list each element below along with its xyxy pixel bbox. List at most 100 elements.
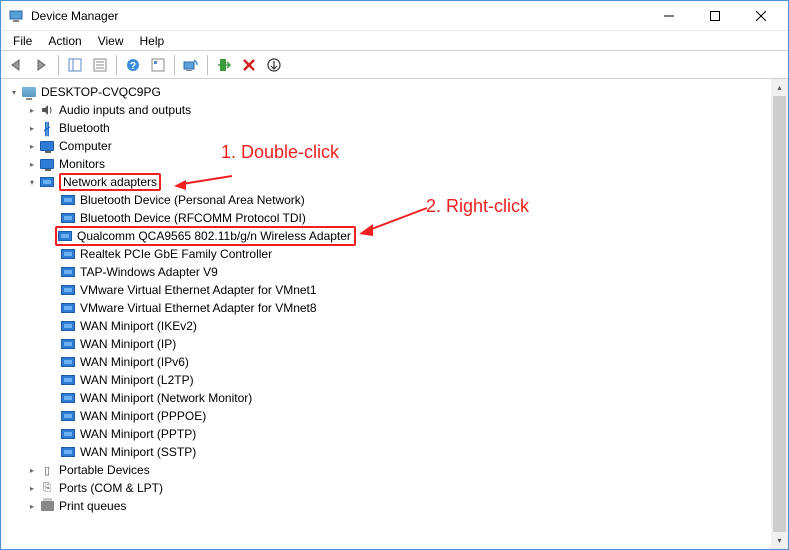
network-adapter-icon bbox=[60, 300, 76, 316]
expand-icon[interactable]: ▸ bbox=[25, 481, 39, 495]
computer-icon bbox=[21, 84, 37, 100]
menu-action[interactable]: Action bbox=[40, 32, 89, 50]
node-label: Monitors bbox=[59, 157, 105, 171]
collapse-icon[interactable]: ▾ bbox=[7, 85, 21, 99]
toolbar-separator bbox=[174, 55, 175, 75]
expand-icon[interactable]: ▸ bbox=[25, 499, 39, 513]
uninstall-device-button[interactable] bbox=[237, 53, 261, 77]
help-button[interactable]: ? bbox=[121, 53, 145, 77]
network-adapter-icon bbox=[60, 318, 76, 334]
node-label: WAN Miniport (IKEv2) bbox=[80, 319, 197, 333]
toolbar: ? bbox=[1, 51, 788, 79]
toolbar-separator bbox=[207, 55, 208, 75]
network-adapter-icon bbox=[60, 408, 76, 424]
print-queues-icon bbox=[39, 498, 55, 514]
node-label: Bluetooth Device (RFCOMM Protocol TDI) bbox=[80, 211, 306, 225]
node-label: Print queues bbox=[59, 499, 126, 513]
node-label: WAN Miniport (IP) bbox=[80, 337, 176, 351]
tree-item-net-device[interactable]: VMware Virtual Ethernet Adapter for VMne… bbox=[5, 299, 771, 317]
node-label: WAN Miniport (PPPOE) bbox=[80, 409, 206, 423]
tree-item-net-device[interactable]: Bluetooth Device (RFCOMM Protocol TDI) bbox=[5, 209, 771, 227]
menu-help[interactable]: Help bbox=[132, 32, 173, 50]
expand-icon[interactable]: ▸ bbox=[25, 463, 39, 477]
node-label: Realtek PCIe GbE Family Controller bbox=[80, 247, 272, 261]
back-button[interactable] bbox=[5, 53, 29, 77]
portable-devices-icon: ▯ bbox=[39, 462, 55, 478]
tree-item-net-device[interactable]: Realtek PCIe GbE Family Controller bbox=[5, 245, 771, 263]
network-adapter-icon bbox=[60, 372, 76, 388]
node-label: Ports (COM & LPT) bbox=[59, 481, 163, 495]
show-hide-console-tree-button[interactable] bbox=[63, 53, 87, 77]
tree-item-portable-devices[interactable]: ▸ ▯ Portable Devices bbox=[5, 461, 771, 479]
maximize-button[interactable] bbox=[692, 1, 738, 31]
node-label: DESKTOP-CVQC9PG bbox=[41, 85, 161, 99]
close-button[interactable] bbox=[738, 1, 784, 31]
tree-item-net-device-selected[interactable]: Qualcomm QCA9565 802.11b/g/n Wireless Ad… bbox=[5, 227, 771, 245]
computer-icon bbox=[39, 138, 55, 154]
network-adapter-icon bbox=[39, 174, 55, 190]
node-label: WAN Miniport (IPv6) bbox=[80, 355, 189, 369]
node-label: WAN Miniport (SSTP) bbox=[80, 445, 196, 459]
tree-root[interactable]: ▾ DESKTOP-CVQC9PG bbox=[5, 83, 771, 101]
network-adapter-icon bbox=[60, 210, 76, 226]
tree-item-bluetooth[interactable]: ▸ ∦ Bluetooth bbox=[5, 119, 771, 137]
node-label: Bluetooth bbox=[59, 121, 110, 135]
node-label: WAN Miniport (L2TP) bbox=[80, 373, 194, 387]
network-adapter-icon bbox=[57, 228, 73, 244]
network-adapter-icon bbox=[60, 426, 76, 442]
tree-item-network-adapters[interactable]: ▾ Network adapters bbox=[5, 173, 771, 191]
audio-icon bbox=[39, 102, 55, 118]
network-adapter-icon bbox=[60, 336, 76, 352]
expand-icon[interactable]: ▸ bbox=[25, 157, 39, 171]
tree-item-net-device[interactable]: WAN Miniport (L2TP) bbox=[5, 371, 771, 389]
scroll-down-button[interactable]: ▾ bbox=[771, 532, 788, 549]
node-label: Computer bbox=[59, 139, 112, 153]
node-label: Audio inputs and outputs bbox=[59, 103, 191, 117]
node-label: Network adapters bbox=[63, 175, 157, 189]
vertical-scrollbar[interactable]: ▴ ▾ bbox=[771, 79, 788, 549]
node-label: WAN Miniport (Network Monitor) bbox=[80, 391, 252, 405]
forward-button[interactable] bbox=[30, 53, 54, 77]
collapse-icon[interactable]: ▾ bbox=[25, 175, 39, 189]
enable-device-button[interactable] bbox=[212, 53, 236, 77]
scroll-thumb[interactable] bbox=[773, 96, 786, 532]
expand-icon[interactable]: ▸ bbox=[25, 121, 39, 135]
device-tree[interactable]: ▾ DESKTOP-CVQC9PG ▸ Audio inputs and out… bbox=[1, 79, 771, 549]
bluetooth-icon: ∦ bbox=[39, 120, 55, 136]
scroll-up-button[interactable]: ▴ bbox=[771, 79, 788, 96]
tree-item-net-device[interactable]: WAN Miniport (IP) bbox=[5, 335, 771, 353]
update-driver-button[interactable] bbox=[262, 53, 286, 77]
menu-file[interactable]: File bbox=[5, 32, 40, 50]
network-adapter-icon bbox=[60, 264, 76, 280]
tree-item-ports[interactable]: ▸ ⎘ Ports (COM & LPT) bbox=[5, 479, 771, 497]
tree-item-net-device[interactable]: TAP-Windows Adapter V9 bbox=[5, 263, 771, 281]
properties-button[interactable] bbox=[88, 53, 112, 77]
menu-view[interactable]: View bbox=[90, 32, 132, 50]
tree-item-net-device[interactable]: Bluetooth Device (Personal Area Network) bbox=[5, 191, 771, 209]
expand-icon[interactable]: ▸ bbox=[25, 103, 39, 117]
tree-item-net-device[interactable]: WAN Miniport (Network Monitor) bbox=[5, 389, 771, 407]
tree-item-audio[interactable]: ▸ Audio inputs and outputs bbox=[5, 101, 771, 119]
menubar: File Action View Help bbox=[1, 31, 788, 51]
network-adapter-icon bbox=[60, 444, 76, 460]
node-label: Bluetooth Device (Personal Area Network) bbox=[80, 193, 305, 207]
network-adapter-icon bbox=[60, 246, 76, 262]
window-title: Device Manager bbox=[31, 9, 646, 23]
tree-item-net-device[interactable]: WAN Miniport (IKEv2) bbox=[5, 317, 771, 335]
action-button[interactable] bbox=[146, 53, 170, 77]
expand-icon[interactable]: ▸ bbox=[25, 139, 39, 153]
node-label: TAP-Windows Adapter V9 bbox=[80, 265, 218, 279]
tree-item-net-device[interactable]: WAN Miniport (PPTP) bbox=[5, 425, 771, 443]
tree-item-print-queues[interactable]: ▸ Print queues bbox=[5, 497, 771, 515]
tree-item-net-device[interactable]: WAN Miniport (PPPOE) bbox=[5, 407, 771, 425]
tree-item-net-device[interactable]: WAN Miniport (SSTP) bbox=[5, 443, 771, 461]
network-adapter-icon bbox=[60, 282, 76, 298]
tree-item-computer[interactable]: ▸ Computer bbox=[5, 137, 771, 155]
monitor-icon bbox=[39, 156, 55, 172]
tree-item-monitors[interactable]: ▸ Monitors bbox=[5, 155, 771, 173]
tree-item-net-device[interactable]: WAN Miniport (IPv6) bbox=[5, 353, 771, 371]
tree-item-net-device[interactable]: VMware Virtual Ethernet Adapter for VMne… bbox=[5, 281, 771, 299]
scan-hardware-button[interactable] bbox=[179, 53, 203, 77]
content-area: ▾ DESKTOP-CVQC9PG ▸ Audio inputs and out… bbox=[1, 79, 788, 549]
minimize-button[interactable] bbox=[646, 1, 692, 31]
